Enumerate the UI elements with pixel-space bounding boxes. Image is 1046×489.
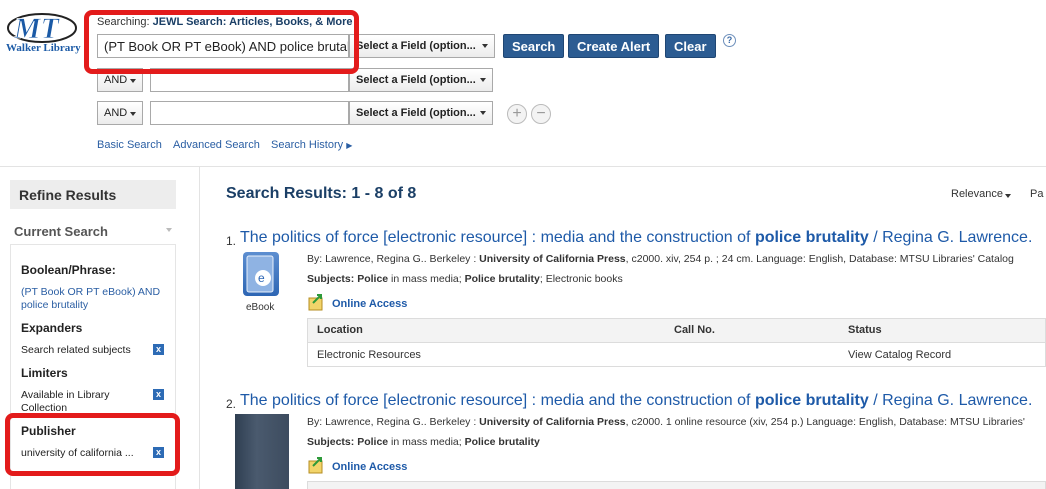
search-input-3[interactable] (150, 101, 349, 125)
boolean-heading: Boolean/Phrase: (21, 263, 116, 277)
result-subjects: Subjects: Police in mass media; Police b… (307, 436, 540, 448)
online-access-icon[interactable] (307, 457, 325, 474)
advanced-search-link[interactable]: Advanced Search (173, 139, 260, 151)
col-location: Location (317, 324, 363, 336)
online-access-icon[interactable] (307, 294, 325, 311)
create-alert-button[interactable]: Create Alert (568, 34, 660, 58)
help-icon[interactable]: ? (723, 34, 736, 47)
results-title: Search Results: 1 - 8 of 8 (226, 185, 417, 202)
field-select-2[interactable]: Select a Field (option... (349, 68, 493, 92)
ebook-icon[interactable]: e (243, 252, 279, 296)
result-number: 2. (226, 397, 237, 411)
result-title-link[interactable]: The politics of force [electronic resour… (240, 229, 1032, 247)
limiter-item: Available in Library Collection (21, 389, 110, 414)
field-select-1[interactable]: Select a Field (option... (349, 34, 495, 58)
logo-initials: MT (13, 12, 61, 45)
book-cover-image[interactable] (235, 414, 289, 489)
collapse-arrow-icon[interactable] (166, 228, 172, 232)
result-subjects: Subjects: Police in mass media; Police b… (307, 273, 623, 285)
refine-results-title: Refine Results (10, 180, 176, 209)
view-catalog-record[interactable]: View Catalog Record (848, 349, 951, 361)
header-divider (0, 166, 1046, 167)
expander-item: Search related subjects (21, 344, 131, 356)
online-access-link[interactable]: Online Access (332, 461, 407, 473)
clear-button[interactable]: Clear (665, 34, 716, 58)
chevron-down-icon (480, 111, 486, 115)
boolean-value-link[interactable]: (PT Book OR PT eBook) AND police brutali… (21, 286, 171, 312)
basic-search-link[interactable]: Basic Search (97, 139, 162, 151)
page-options-dropdown[interactable]: Pa (1030, 188, 1043, 200)
col-status: Status (848, 324, 882, 336)
remove-row-icon[interactable]: − (531, 104, 551, 124)
format-label: eBook (246, 302, 275, 313)
holdings-table (307, 481, 1046, 489)
search-button[interactable]: Search (503, 34, 565, 58)
chevron-down-icon (480, 78, 486, 82)
online-access-link[interactable]: Online Access (332, 298, 407, 310)
current-search-heading[interactable]: Current Search (14, 224, 108, 239)
holdings-table: Location Call No. Status Electronic Reso… (307, 318, 1046, 367)
chevron-down-icon[interactable] (1005, 194, 1011, 198)
holdings-header: Location Call No. Status (308, 319, 1045, 343)
highlight-search-box (84, 10, 359, 74)
caret-right-icon: ▶ (346, 141, 353, 150)
cell-location: Electronic Resources (317, 349, 421, 361)
search-history-link[interactable]: Search History ▶ (271, 139, 352, 151)
col-call-no: Call No. (674, 324, 715, 336)
sidebar-divider (199, 167, 200, 489)
svg-text:e: e (258, 271, 265, 285)
remove-limiter-icon[interactable]: x (153, 389, 164, 400)
chevron-down-icon (130, 112, 136, 116)
chevron-down-icon (482, 44, 488, 48)
search-row-3: AND Select a Field (option... (97, 101, 493, 125)
limiters-heading: Limiters (21, 366, 68, 380)
field-select-3[interactable]: Select a Field (option... (349, 101, 493, 125)
result-byline: By: Lawrence, Regina G.. Berkeley : Univ… (307, 416, 1025, 428)
expanders-heading: Expanders (21, 321, 83, 335)
table-row: Electronic Resources View Catalog Record (308, 343, 1045, 367)
add-row-icon[interactable]: + (507, 104, 527, 124)
chevron-down-icon (130, 79, 136, 83)
logo-name: Walker Library (6, 42, 81, 54)
result-title-link[interactable]: The politics of force [electronic resour… (240, 392, 1032, 410)
highlight-publisher (5, 413, 180, 476)
result-number: 1. (226, 234, 237, 248)
bool-select-3[interactable]: AND (97, 101, 143, 125)
result-byline: By: Lawrence, Regina G.. Berkeley : Univ… (307, 253, 1014, 265)
remove-expander-icon[interactable]: x (153, 344, 164, 355)
sort-relevance-dropdown[interactable]: Relevance (951, 188, 1003, 200)
